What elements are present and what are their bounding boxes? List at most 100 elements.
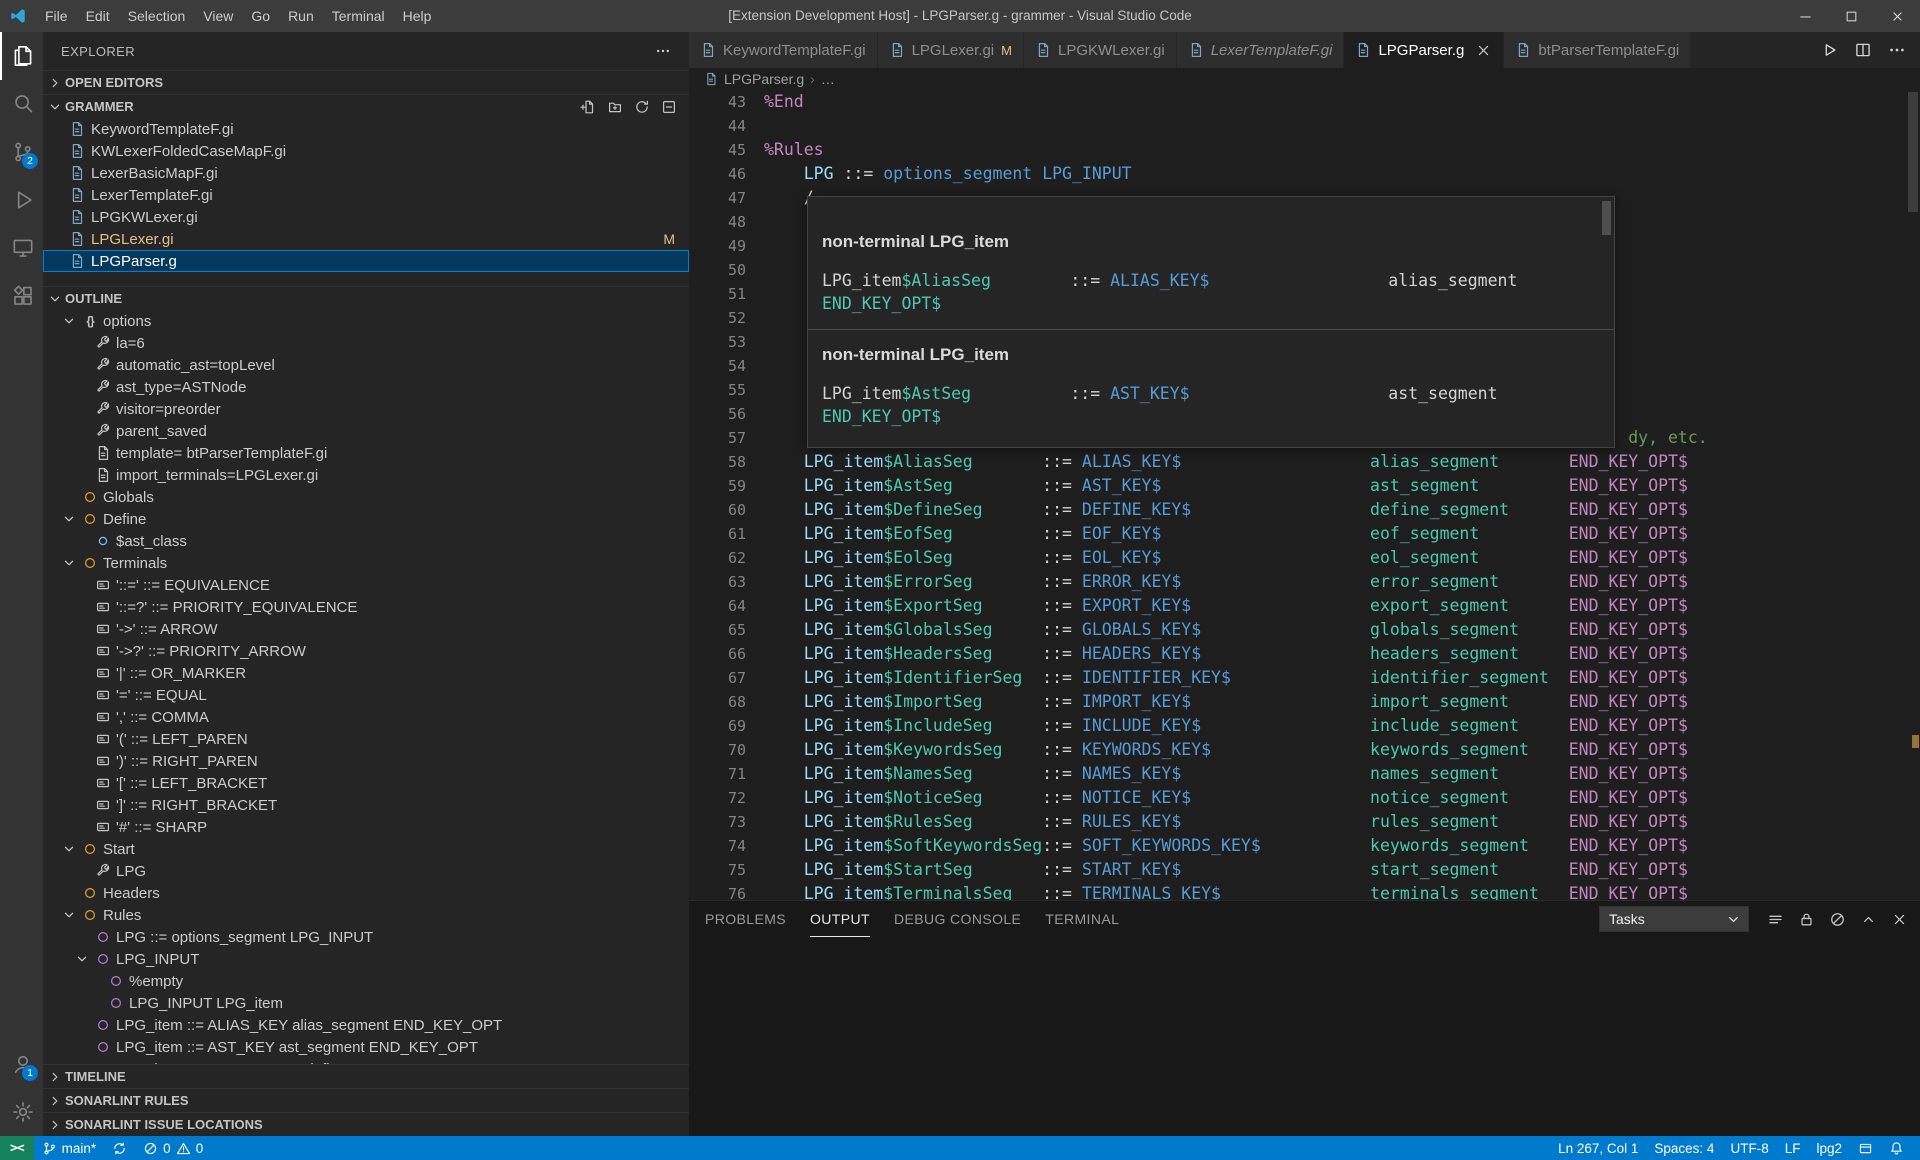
activity-item-accounts[interactable]: 1 — [0, 1040, 43, 1088]
tab-LexerTemplateF.gi[interactable]: LexerTemplateF.gi — [1177, 32, 1345, 68]
editor-scrollbar[interactable] — [1908, 92, 1918, 212]
breadcrumb-item-file[interactable]: LPGParser.g — [724, 71, 804, 87]
code-editor[interactable]: 43%End4445%Rules46 LPG ::= options_segme… — [689, 90, 1920, 900]
status-language-mode[interactable]: lpg2 — [1808, 1136, 1850, 1160]
outline-item[interactable]: LPG ::= options_segment LPG_INPUT — [43, 926, 689, 948]
tab-KeywordTemplateF.gi[interactable]: KeywordTemplateF.gi — [689, 32, 878, 68]
code-line-67[interactable]: 67 LPG_item$IdentifierSeg ::= IDENTIFIER… — [689, 666, 1920, 690]
outline-item[interactable]: ']' ::= RIGHT_BRACKET — [43, 794, 689, 816]
activity-item-explorer[interactable] — [0, 32, 43, 80]
outline-item[interactable]: '->?' ::= PRIORITY_ARROW — [43, 640, 689, 662]
menu-selection[interactable]: Selection — [119, 0, 195, 32]
menu-edit[interactable]: Edit — [77, 0, 119, 32]
new-file-button[interactable] — [580, 99, 596, 115]
outline-item[interactable]: %empty — [43, 970, 689, 992]
outline-item[interactable]: LPG_item ::= ALIAS_KEY alias_segment END… — [43, 1014, 689, 1036]
menu-file[interactable]: File — [36, 0, 77, 32]
refresh-explorer-button[interactable] — [634, 99, 650, 115]
panel-tab-output[interactable]: OUTPUT — [810, 901, 870, 937]
outline-item[interactable]: visitor=preorder — [43, 398, 689, 420]
branch-status[interactable]: main* — [34, 1136, 105, 1160]
output-content[interactable] — [689, 937, 1920, 1136]
outline-item[interactable]: LPG — [43, 860, 689, 882]
section-outline[interactable]: OUTLINE — [43, 286, 689, 310]
outline-item[interactable]: ',' ::= COMMA — [43, 706, 689, 728]
code-line-74[interactable]: 74 LPG_item$SoftKeywordsSeg::= SOFT_KEYW… — [689, 834, 1920, 858]
section-sonarlint-issue-locations[interactable]: SONARLINT ISSUE LOCATIONS — [43, 1112, 689, 1136]
panel-tab-problems[interactable]: PROBLEMS — [705, 901, 786, 937]
clear-output-button[interactable] — [1829, 911, 1846, 928]
outline-item[interactable]: {}options — [43, 310, 689, 332]
code-line-68[interactable]: 68 LPG_item$ImportSeg ::= IMPORT_KEY$ im… — [689, 690, 1920, 714]
section-sonarlint-rules[interactable]: SONARLINT RULES — [43, 1088, 689, 1112]
code-line-61[interactable]: 61 LPG_item$EofSeg ::= EOF_KEY$ eof_segm… — [689, 522, 1920, 546]
remote-indicator[interactable]: >< — [0, 1136, 34, 1160]
output-channel-select[interactable]: Tasks — [1599, 906, 1749, 932]
code-line-69[interactable]: 69 LPG_item$IncludeSeg ::= INCLUDE_KEY$ … — [689, 714, 1920, 738]
outline-item[interactable]: '=' ::= EQUAL — [43, 684, 689, 706]
tab-LPGLexer.gi[interactable]: LPGLexer.giM — [878, 32, 1024, 68]
activity-item-extensions[interactable] — [0, 272, 43, 320]
menu-terminal[interactable]: Terminal — [323, 0, 394, 32]
maximize-panel-button[interactable] — [1860, 911, 1877, 928]
code-line-60[interactable]: 60 LPG_item$DefineSeg ::= DEFINE_KEY$ de… — [689, 498, 1920, 522]
code-line-64[interactable]: 64 LPG_item$ExportSeg ::= EXPORT_KEY$ ex… — [689, 594, 1920, 618]
activity-item-remote-explorer[interactable] — [0, 224, 43, 272]
outline-item[interactable]: parent_saved — [43, 420, 689, 442]
outline-item[interactable]: automatic_ast=topLevel — [43, 354, 689, 376]
collapse-folders-button[interactable] — [661, 99, 677, 115]
outline-item[interactable]: Rules — [43, 904, 689, 926]
outline-item[interactable]: LPG_item ::= AST_KEY ast_segment END_KEY… — [43, 1036, 689, 1058]
outline-item[interactable]: '[' ::= LEFT_BRACKET — [43, 772, 689, 794]
status-eol[interactable]: LF — [1777, 1136, 1809, 1160]
code-line-58[interactable]: 58 LPG_item$AliasSeg ::= ALIAS_KEY$ alia… — [689, 450, 1920, 474]
code-line-59[interactable]: 59 LPG_item$AstSeg ::= AST_KEY$ ast_segm… — [689, 474, 1920, 498]
file-KeywordTemplateF.gi[interactable]: KeywordTemplateF.gi — [43, 118, 689, 140]
status-cursor-position[interactable]: Ln 267, Col 1 — [1550, 1136, 1646, 1160]
file-LPGLexer.gi[interactable]: LPGLexer.giM — [43, 228, 689, 250]
outline-item[interactable]: Start — [43, 838, 689, 860]
code-line-75[interactable]: 75 LPG_item$StartSeg ::= START_KEY$ star… — [689, 858, 1920, 882]
panel-tab-debug-console[interactable]: DEBUG CONSOLE — [894, 901, 1021, 937]
code-line-62[interactable]: 62 LPG_item$EolSeg ::= EOL_KEY$ eol_segm… — [689, 546, 1920, 570]
menu-go[interactable]: Go — [242, 0, 279, 32]
file-LPGKWLexer.gi[interactable]: LPGKWLexer.gi — [43, 206, 689, 228]
outline-item[interactable]: LPG_INPUT LPG_item — [43, 992, 689, 1014]
tab-LPGKWLexer.gi[interactable]: LPGKWLexer.gi — [1024, 32, 1177, 68]
outline-item[interactable]: Define — [43, 508, 689, 530]
outline-item[interactable]: Headers — [43, 882, 689, 904]
status-remote-window-icon[interactable] — [1850, 1136, 1881, 1160]
file-LPGParser.g[interactable]: LPGParser.g — [43, 250, 689, 272]
outline-item[interactable]: '|' ::= OR_MARKER — [43, 662, 689, 684]
menu-help[interactable]: Help — [394, 0, 441, 32]
close-panel-button[interactable] — [1891, 911, 1908, 928]
outline-item[interactable]: LPG_INPUT — [43, 948, 689, 970]
output-actions-button[interactable] — [1767, 911, 1784, 928]
status-notifications-icon[interactable] — [1881, 1136, 1912, 1160]
outline-item[interactable]: ')' ::= RIGHT_PAREN — [43, 750, 689, 772]
outline-item[interactable]: '::=' ::= EQUIVALENCE — [43, 574, 689, 596]
file-LexerTemplateF.gi[interactable]: LexerTemplateF.gi — [43, 184, 689, 206]
outline-item[interactable]: '(' ::= LEFT_PAREN — [43, 728, 689, 750]
code-line-63[interactable]: 63 LPG_item$ErrorSeg ::= ERROR_KEY$ erro… — [689, 570, 1920, 594]
activity-item-source-control[interactable]: 2 — [0, 128, 43, 176]
section-timeline[interactable]: TIMELINE — [43, 1064, 689, 1088]
new-folder-button[interactable] — [607, 99, 623, 115]
breadcrumb-item-more[interactable]: … — [821, 71, 835, 87]
tooltip-scrollbar[interactable] — [1602, 201, 1611, 235]
file-LexerBasicMapF.gi[interactable]: LexerBasicMapF.gi — [43, 162, 689, 184]
menu-view[interactable]: View — [194, 0, 242, 32]
status-indentation[interactable]: Spaces: 4 — [1646, 1136, 1722, 1160]
outline-item[interactable]: ast_type=ASTNode — [43, 376, 689, 398]
outline-item[interactable]: import_terminals=LPGLexer.gi — [43, 464, 689, 486]
sync-status[interactable] — [104, 1136, 135, 1160]
activity-item-search[interactable] — [0, 80, 43, 128]
menu-run[interactable]: Run — [279, 0, 323, 32]
code-line-43[interactable]: 43%End — [689, 90, 1920, 114]
close-window-button[interactable] — [1874, 0, 1920, 32]
outline-item[interactable]: Globals — [43, 486, 689, 508]
outline-item[interactable]: Terminals — [43, 552, 689, 574]
code-line-70[interactable]: 70 LPG_item$KeywordsSeg ::= KEYWORDS_KEY… — [689, 738, 1920, 762]
code-line-72[interactable]: 72 LPG_item$NoticeSeg ::= NOTICE_KEY$ no… — [689, 786, 1920, 810]
problems-status[interactable]: 0 0 — [135, 1136, 211, 1160]
